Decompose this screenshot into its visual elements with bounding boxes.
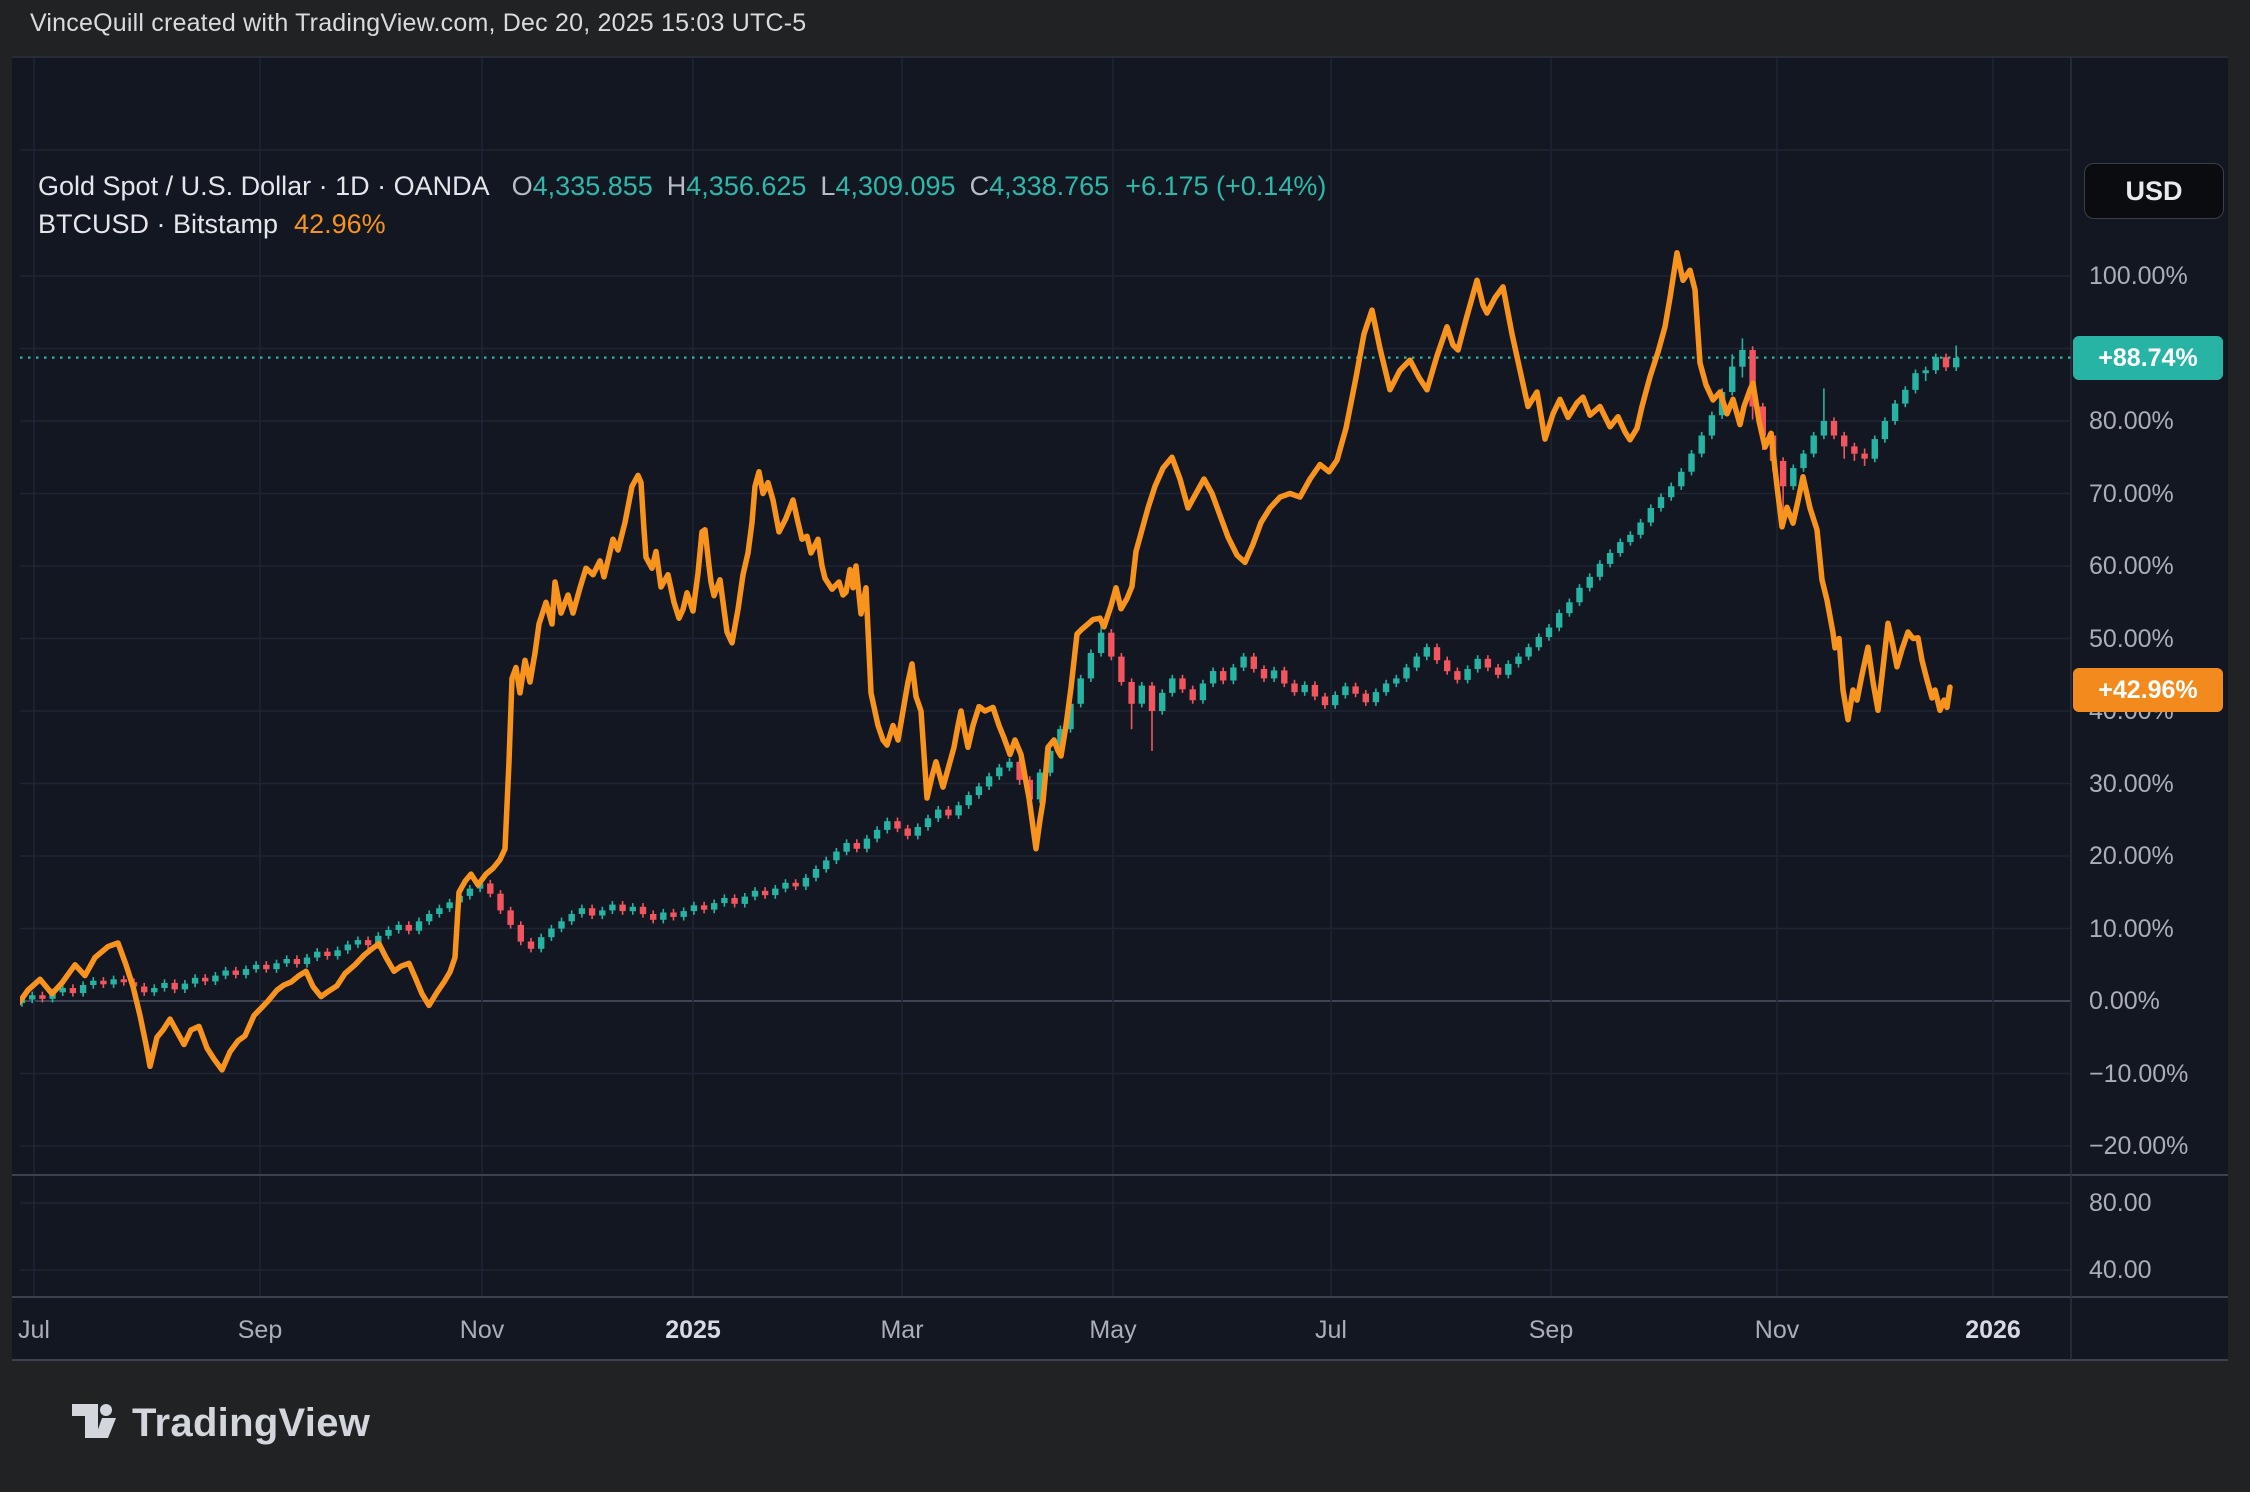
pane-separators[interactable] [12,57,2228,1360]
compare-change-value: 42.96% [294,205,386,243]
tradingview-snapshot: { "header": { "attribution": "VinceQuill… [0,0,2250,1492]
indicator-axis-label: 40.00 [2089,1255,2152,1285]
time-axis-label: Mar [857,1313,947,1347]
symbol-title: Gold Spot / U.S. Dollar · 1D · OANDA [38,167,490,205]
price-axis-label: −20.00% [2089,1131,2188,1161]
time-axis-label: 2026 [1948,1313,2038,1347]
btc-compare-line [15,253,1950,1070]
grid-horizontal [20,150,2071,1146]
price-axis-label: 80.00% [2089,406,2174,436]
open-label: O [512,167,533,205]
high-value: 4,356.625 [686,167,806,205]
time-axis-label: Jul [0,1313,79,1347]
time-axis-label: Nov [1732,1313,1822,1347]
close-value: 4,338.765 [989,167,1109,205]
close-label: C [970,167,990,205]
price-axis-label: 100.00% [2089,261,2188,291]
time-axis-label: Jul [1286,1313,1376,1347]
gold-last-price-badge: +88.74% [2073,336,2223,380]
price-axis-label: 60.00% [2089,551,2174,581]
time-axis-label: Sep [1506,1313,1596,1347]
gold-candles [19,338,1960,1007]
legend-main-series-row[interactable]: Gold Spot / U.S. Dollar · 1D · OANDA O 4… [38,167,1326,205]
btc-last-price-badge: +42.96% [2073,668,2223,712]
high-label: H [667,167,687,205]
legend-compare-series-row[interactable]: BTCUSD · Bitstamp 42.96% [38,205,1326,243]
price-axis-label: 10.00% [2089,914,2174,944]
chart-legend: Gold Spot / U.S. Dollar · 1D · OANDA O 4… [38,167,1326,243]
open-value: 4,335.855 [533,167,653,205]
time-axis-label: Nov [437,1313,527,1347]
grid-vertical [34,57,1993,1297]
low-value: 4,309.095 [835,167,955,205]
low-label: L [820,167,835,205]
price-axis-label: 70.00% [2089,479,2174,509]
price-axis-label: −10.00% [2089,1059,2188,1089]
time-axis-label: 2025 [648,1313,738,1347]
indicator-axis-label: 80.00 [2089,1188,2152,1218]
tradingview-logo-icon [72,1402,118,1446]
currency-button[interactable]: USD [2084,163,2224,219]
time-axis-label: May [1068,1313,1158,1347]
price-axis-label: 20.00% [2089,841,2174,871]
time-axis-label: Sep [215,1313,305,1347]
price-axis-label: 30.00% [2089,769,2174,799]
tradingview-wordmark: TradingView [132,1401,370,1446]
change-value: +6.175 (+0.14%) [1125,167,1326,205]
grid-indicator-pane [20,1203,2071,1270]
price-axis-label: 50.00% [2089,624,2174,654]
price-axis-label: 0.00% [2089,986,2160,1016]
tradingview-footer[interactable]: TradingView [72,1401,370,1446]
compare-symbol-title: BTCUSD · Bitstamp [38,205,278,243]
